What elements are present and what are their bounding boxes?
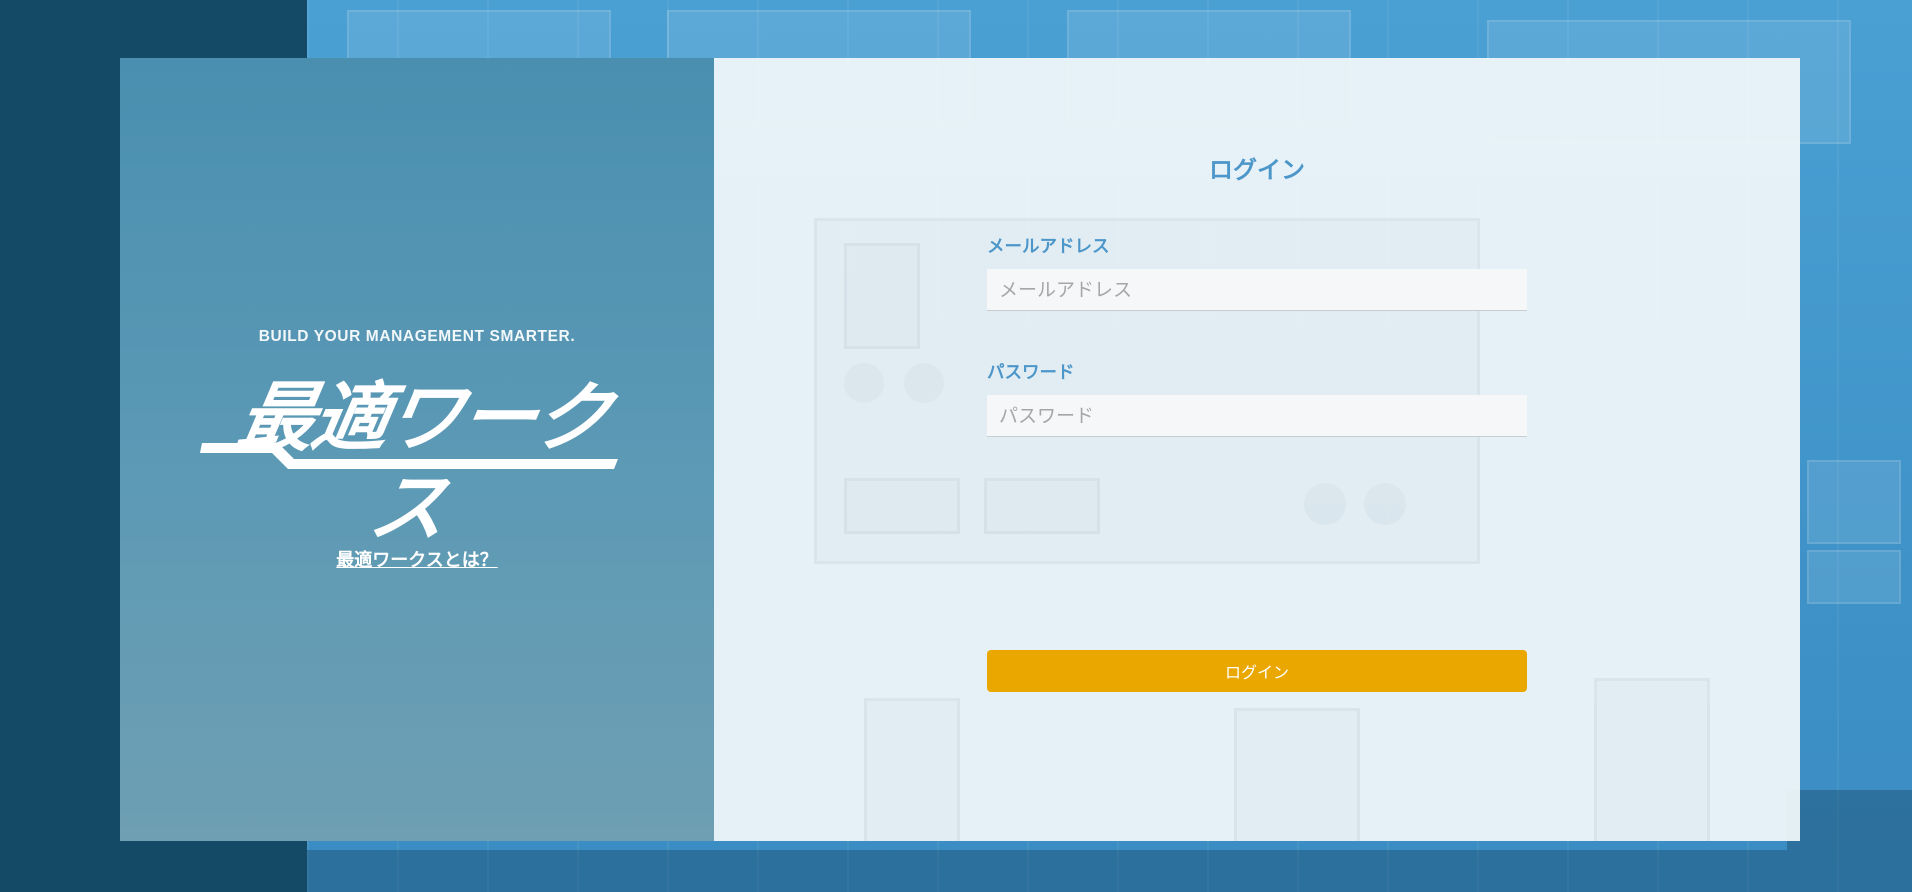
email-field[interactable]	[987, 269, 1527, 311]
background-ghost-circle	[904, 363, 944, 403]
brand-tagline: BUILD YOUR MANAGEMENT SMARTER.	[258, 328, 576, 345]
password-label: パスワード	[987, 363, 1075, 383]
background-ghost-figure	[864, 698, 960, 841]
login-title: ログイン	[1209, 156, 1305, 184]
background-ghost-window	[984, 478, 1100, 534]
login-form-panel: ログイン メールアドレス パスワード ログイン	[714, 58, 1800, 841]
login-button[interactable]: ログイン	[987, 650, 1527, 692]
background-ghost-figure	[1594, 678, 1710, 841]
password-field[interactable]	[987, 395, 1527, 437]
background-ghost-circle	[1304, 483, 1346, 525]
logo-underline-swoosh	[200, 443, 618, 469]
login-page: BUILD YOUR MANAGEMENT SMARTER. 最適ワークス 最適…	[0, 0, 1912, 892]
login-card: BUILD YOUR MANAGEMENT SMARTER. 最適ワークス 最適…	[120, 58, 1800, 841]
email-label: メールアドレス	[987, 237, 1110, 257]
background-ghost-window	[844, 243, 920, 349]
background-ghost-figure	[1234, 708, 1360, 841]
background-ghost-circle	[844, 363, 884, 403]
brand-logo: 最適ワークス	[196, 373, 636, 552]
background-ghost-window	[844, 478, 960, 534]
about-link[interactable]: 最適ワークスとは？	[120, 546, 714, 572]
brand-panel: BUILD YOUR MANAGEMENT SMARTER. 最適ワークス 最適…	[120, 58, 714, 841]
background-ghost-circle	[1364, 483, 1406, 525]
